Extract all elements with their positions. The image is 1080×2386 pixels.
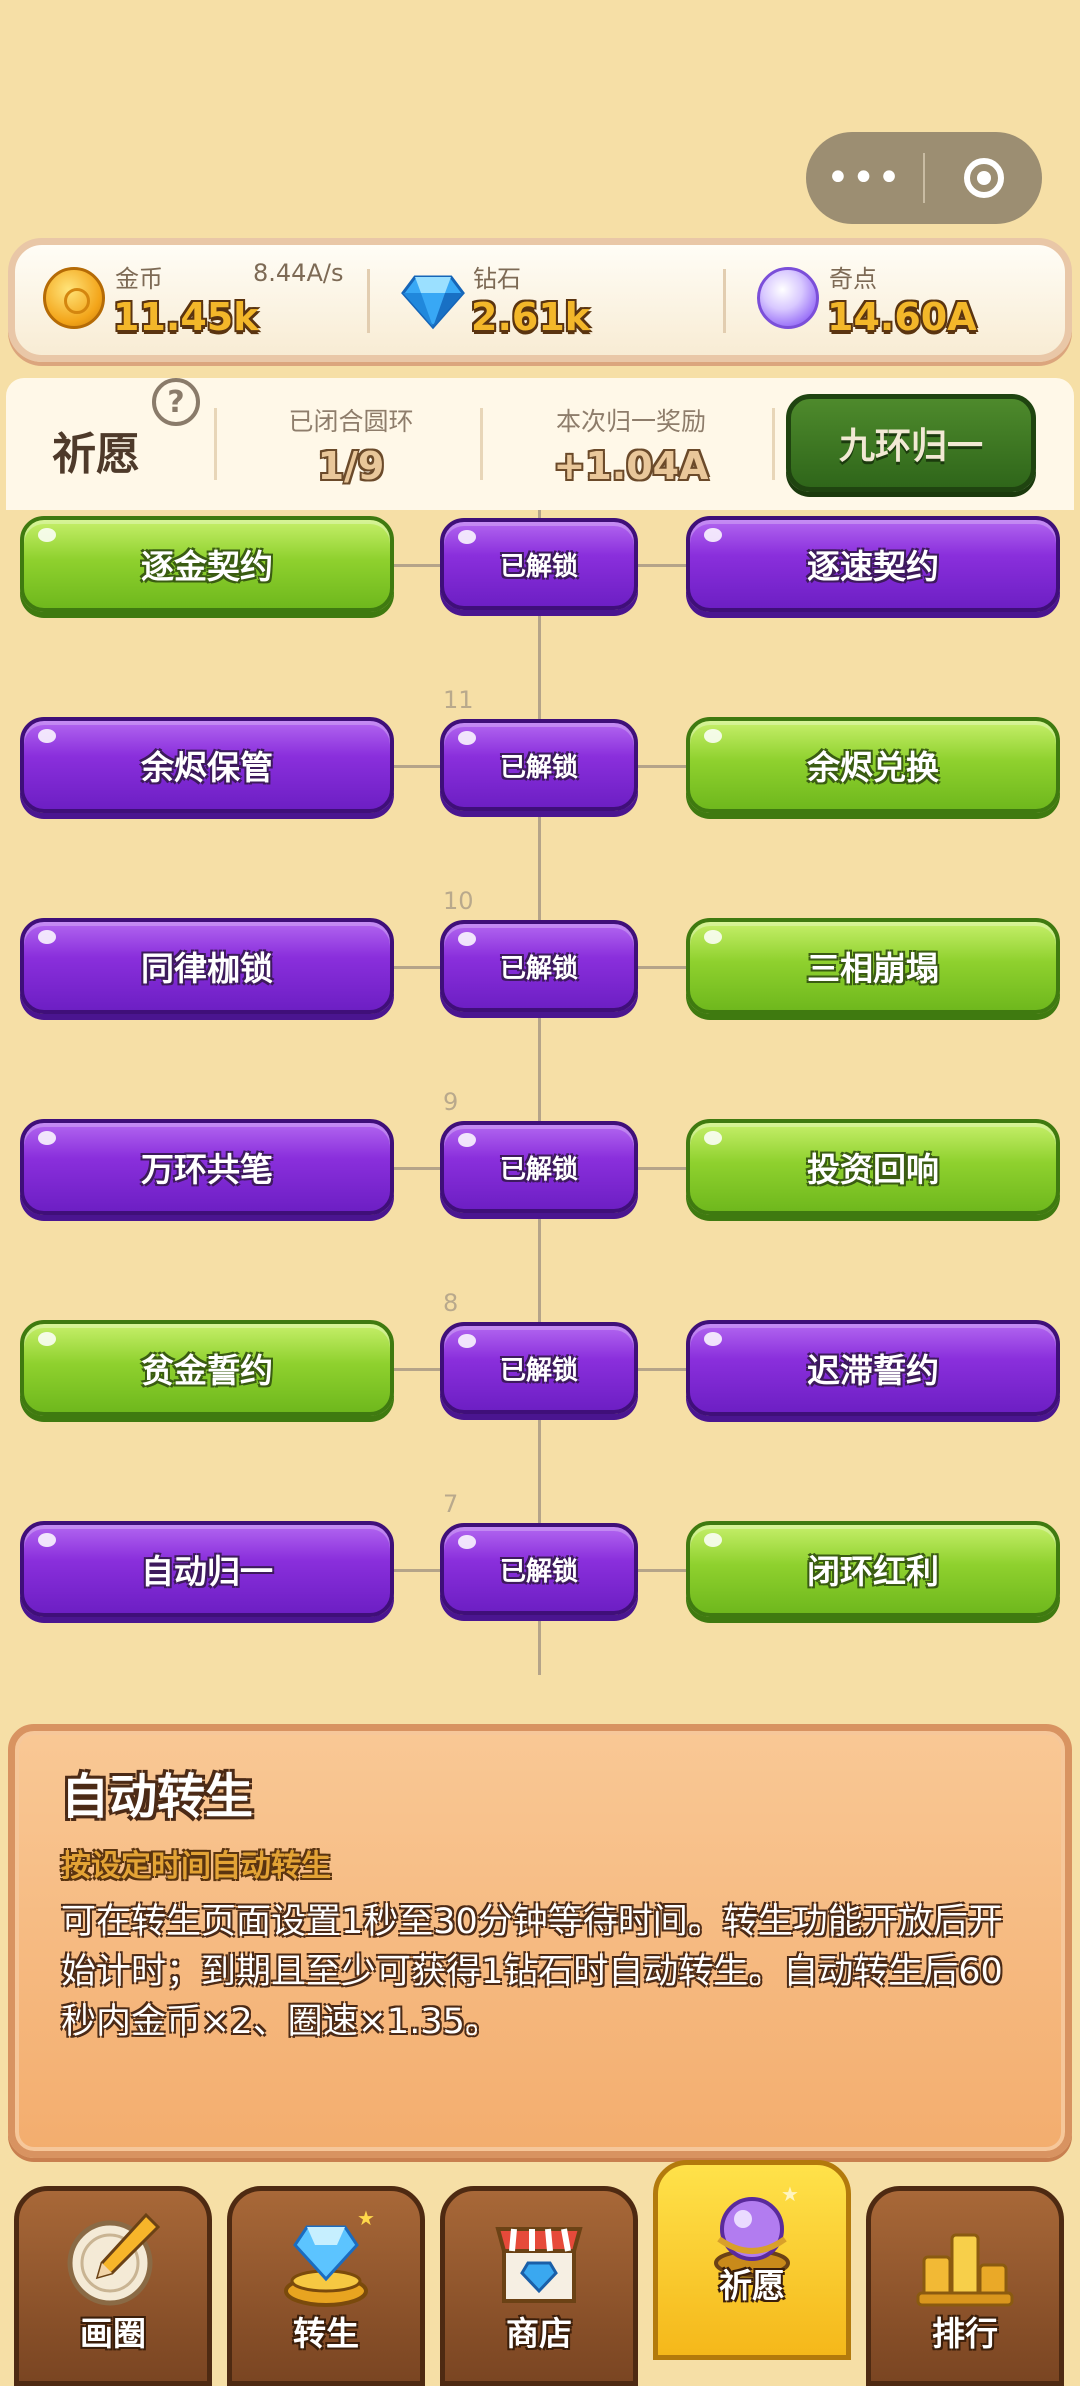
row-number: 8 [443,1289,459,1317]
unlock-status-node[interactable]: 已解锁 [440,1322,638,1414]
row-number: 11 [443,686,474,714]
unlock-status-node[interactable]: 已解锁 [440,1121,638,1213]
diamond-label: 钻石 [473,265,521,293]
diamond-currency: 钻石 2.61k [401,245,701,355]
skill-description: 可在转生页面设置1秒至30分钟等待时间。转生功能开放后开始计时；到期且至少可获得… [61,1902,1003,2042]
nav-label: 排行 [932,2314,998,2353]
skill-node-left[interactable]: 余烬保管 [20,717,394,813]
tree-branch-line [636,1368,688,1371]
nav-label: 祈愿 [719,2266,785,2305]
pencil-circle-icon [67,2212,161,2306]
help-icon[interactable]: ? [152,378,200,426]
row-number: 10 [443,887,474,915]
nav-tab-shop[interactable]: 商店 [440,2186,638,2386]
tree-branch-line [390,966,444,969]
tree-branch-line [390,1167,444,1170]
singularity-label: 奇点 [829,265,877,293]
svg-text:★: ★ [357,2206,375,2230]
close-button[interactable] [925,158,1042,198]
tree-branch-line [390,1569,444,1572]
more-dots-icon[interactable]: ••• [806,132,923,224]
tree-branch-line [636,966,688,969]
tree-branch-line [390,564,444,567]
nine-rings-unify-button[interactable]: 九环归一 [786,394,1036,492]
closed-rings-label: 已闭合圆环 [288,407,414,436]
tree-branch-line [636,765,688,768]
diamond-value: 2.61k [471,295,591,339]
nav-tab-rebirth[interactable]: ★ 转生 [227,2186,425,2386]
bottom-nav: 画圈 ★ 转生 商店 ★ 祈愿 排行 [0,2160,1080,2386]
tree-branch-line [636,1569,688,1572]
gold-coin-icon [43,267,105,329]
wish-tree: 逐金契约 已解锁 逐速契约 11 余烬保管 已解锁 余烬兑换 10 同律枷锁 已… [0,510,1080,1676]
purple-orb-icon [757,267,819,329]
unlock-status-node[interactable]: 已解锁 [440,719,638,811]
tree-branch-line [636,564,688,567]
reward-value: +1.04A [553,444,709,488]
skill-description-panel: 自动转生 按设定时间自动转生 可在转生页面设置1秒至30分钟等待时间。转生功能开… [8,1724,1072,2158]
skill-node-right[interactable]: 迟滞誓约 [686,1320,1060,1416]
shop-icon [495,2227,583,2303]
tree-branch-line [636,1167,688,1170]
tree-branch-line [390,1368,444,1371]
nav-tab-wish[interactable]: ★ 祈愿 [653,2160,851,2360]
nav-label: 商店 [506,2314,572,2353]
target-circle-icon [963,158,1004,198]
svg-text:★: ★ [781,2182,799,2206]
wish-divider [480,408,483,480]
mini-program-capsule: ••• [806,132,1042,224]
skill-node-right[interactable]: 投资回响 [686,1119,1060,1215]
skill-node-left[interactable]: 逐金契约 [20,516,394,612]
currency-bar: 金币 8.44A/s 11.45k 钻石 2.61k 奇点 14.60A [8,238,1072,362]
nav-label: 画圈 [80,2314,146,2353]
skill-node-left[interactable]: 自动归一 [20,1521,394,1617]
nav-label: 转生 [293,2314,359,2353]
currency-divider [723,269,726,333]
skill-node-left[interactable]: 同律枷锁 [20,918,394,1014]
reward-label: 本次归一奖励 [555,407,706,436]
tree-trunk-line [538,510,541,1675]
gold-rate: 8.44A/s [253,259,344,287]
skill-node-right[interactable]: 逐速契约 [686,516,1060,612]
unlock-status-node[interactable]: 已解锁 [440,518,638,610]
skill-node-right[interactable]: 闭环红利 [686,1521,1060,1617]
gold-value: 11.45k [113,295,259,339]
closed-rings-value: 1/9 [317,444,385,488]
singularity-currency: 奇点 14.60A [757,245,1057,355]
diamond-icon [401,275,465,330]
skill-node-left[interactable]: 贫金誓约 [20,1320,394,1416]
skill-node-right[interactable]: 余烬兑换 [686,717,1060,813]
skill-node-left[interactable]: 万环共笔 [20,1119,394,1215]
podium-icon [916,2233,1014,2307]
gold-label: 金币 [115,265,163,293]
wish-info-bar: 祈愿 ? 已闭合圆环 1/9 本次归一奖励 +1.04A 九环归一 [6,378,1074,510]
unlock-status-node[interactable]: 已解锁 [440,1523,638,1615]
nav-tab-ranking[interactable]: 排行 [866,2186,1064,2386]
gold-currency: 金币 8.44A/s 11.45k [43,245,363,355]
singularity-value: 14.60A [827,295,977,339]
wish-divider [214,408,217,480]
skill-title: 自动转生 [61,1769,254,1825]
unlock-status-node[interactable]: 已解锁 [440,920,638,1012]
tree-branch-line [390,765,444,768]
row-number: 7 [443,1490,459,1518]
page-title: 祈愿 [52,429,140,480]
skill-node-right[interactable]: 三相崩塌 [686,918,1060,1014]
row-number: 9 [443,1088,459,1116]
nav-tab-draw[interactable]: 画圈 [14,2186,212,2386]
wish-divider [772,408,775,480]
skill-subtitle: 按设定时间自动转生 [61,1849,331,1884]
currency-divider [367,269,370,333]
diamond-pedestal-icon: ★ [284,2206,375,2307]
